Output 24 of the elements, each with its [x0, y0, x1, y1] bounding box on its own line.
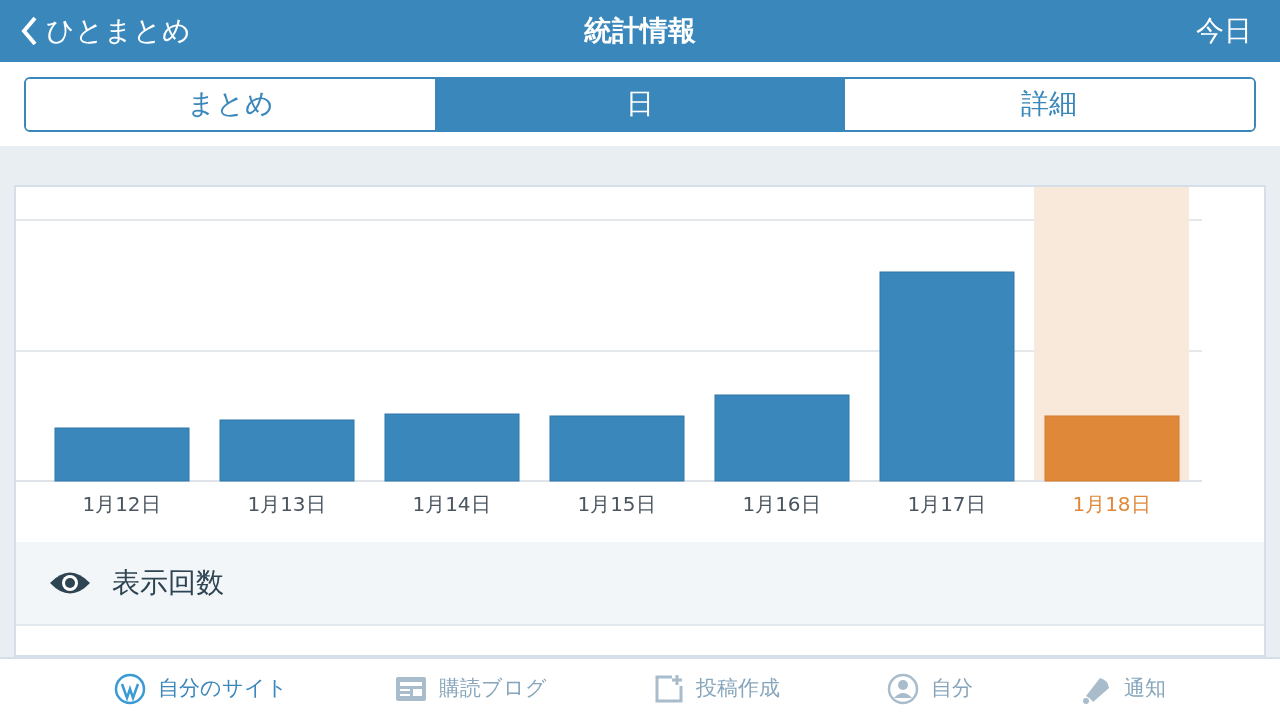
- tab-bar-item[interactable]: 投稿作成: [653, 673, 780, 705]
- profile-icon: [887, 673, 920, 705]
- date-label: 1月17日: [907, 491, 986, 518]
- date-label: 1月12日: [82, 491, 161, 518]
- wordpress-icon: [113, 673, 146, 705]
- date-label: 1月18日: [1072, 491, 1151, 518]
- back-button[interactable]: ひとまとめ: [20, 10, 320, 52]
- date-label: 1月14日: [412, 491, 491, 518]
- eye-icon: [48, 570, 92, 596]
- date-label: 1月13日: [247, 491, 326, 518]
- newspaper-icon: [394, 676, 427, 702]
- back-chevron-icon: [20, 15, 38, 47]
- tab-bar-item[interactable]: 購読ブログ: [394, 673, 547, 705]
- screen-title: 統計情報: [584, 13, 696, 49]
- stat-label: 表示回数: [112, 565, 224, 601]
- today-button[interactable]: 今日: [1196, 10, 1260, 52]
- segment-tab[interactable]: 日: [435, 78, 845, 130]
- date-label: 1月16日: [742, 491, 821, 518]
- stat-row[interactable]: 表示回数: [16, 542, 1264, 626]
- date-label: 1月15日: [577, 491, 656, 518]
- tab-bar-item[interactable]: 通知: [1080, 673, 1167, 705]
- tab-bar-item[interactable]: 自分のサイト: [113, 673, 288, 705]
- add-post-icon: [653, 674, 684, 704]
- tab-bar-item[interactable]: 自分: [887, 673, 974, 705]
